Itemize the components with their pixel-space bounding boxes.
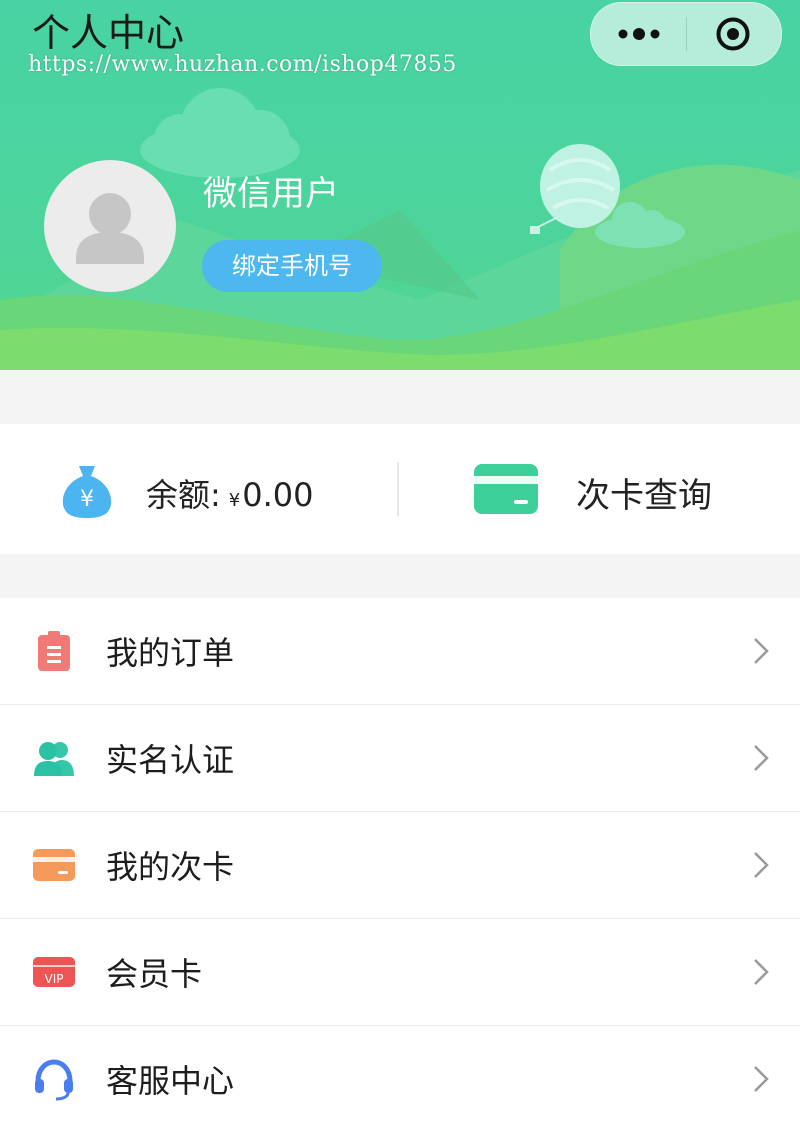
menu-item-my-orders[interactable]: 我的订单 [0, 598, 800, 705]
chevron-right-icon [754, 638, 769, 664]
menu-label: 我的订单 [106, 634, 235, 672]
more-icon[interactable] [611, 17, 667, 51]
svg-text:¥: ¥ [80, 487, 94, 512]
card-query-label: 次卡查询 [576, 476, 712, 516]
currency-symbol: ¥ [228, 490, 241, 511]
menu-item-real-name-auth[interactable]: 实名认证 [0, 705, 800, 812]
menu-item-member-card[interactable]: VIP 会员卡 [0, 919, 800, 1026]
chevron-right-icon [754, 745, 769, 771]
menu-label: 客服中心 [106, 1062, 235, 1100]
balance-section[interactable]: ¥ 余额: ¥0.00 [58, 454, 378, 526]
watermark: https://www.huzhan.com/ishop47855 [28, 52, 457, 77]
users-icon [34, 742, 74, 776]
page-title: 个人中心 [32, 11, 185, 55]
balance-value: 0.00 [242, 476, 314, 514]
menu-list: 我的订单 实名认证 我的次卡 VIP 会员卡 客服中心 [0, 598, 800, 1132]
menu-label: 我的次卡 [106, 848, 235, 886]
chevron-right-icon [754, 852, 769, 878]
menu-label: 实名认证 [106, 741, 235, 779]
card-icon [33, 849, 75, 881]
order-clipboard-icon [38, 631, 70, 671]
close-target-icon[interactable] [715, 16, 751, 52]
vip-card-icon: VIP [33, 957, 75, 987]
headset-icon [35, 1059, 73, 1101]
menu-label: 会员卡 [106, 955, 203, 993]
bind-phone-button[interactable]: 绑定手机号 [202, 240, 382, 292]
money-bag-icon: ¥ [62, 466, 112, 518]
menu-item-customer-service[interactable]: 客服中心 [0, 1026, 800, 1132]
user-placeholder-icon [76, 193, 144, 264]
capsule-divider [686, 17, 687, 51]
svg-text:VIP: VIP [45, 972, 64, 986]
menu-item-my-cards[interactable]: 我的次卡 [0, 812, 800, 919]
stats-divider [397, 462, 399, 516]
chevron-right-icon [754, 1066, 769, 1092]
card-query-section[interactable]: 次卡查询 [472, 454, 752, 526]
profile-header: 个人中心 https://www.huzhan.com/ishop47855 微… [0, 0, 800, 370]
balance-text: 余额: ¥0.00 [146, 470, 314, 516]
chevron-right-icon [754, 959, 769, 985]
avatar[interactable] [44, 160, 176, 292]
stats-bar: ¥ 余额: ¥0.00 次卡查询 [0, 424, 800, 554]
balance-label: 余额: [146, 476, 221, 514]
mini-program-capsule [590, 2, 782, 66]
card-query-icon [474, 464, 538, 514]
username: 微信用户 [203, 174, 339, 214]
